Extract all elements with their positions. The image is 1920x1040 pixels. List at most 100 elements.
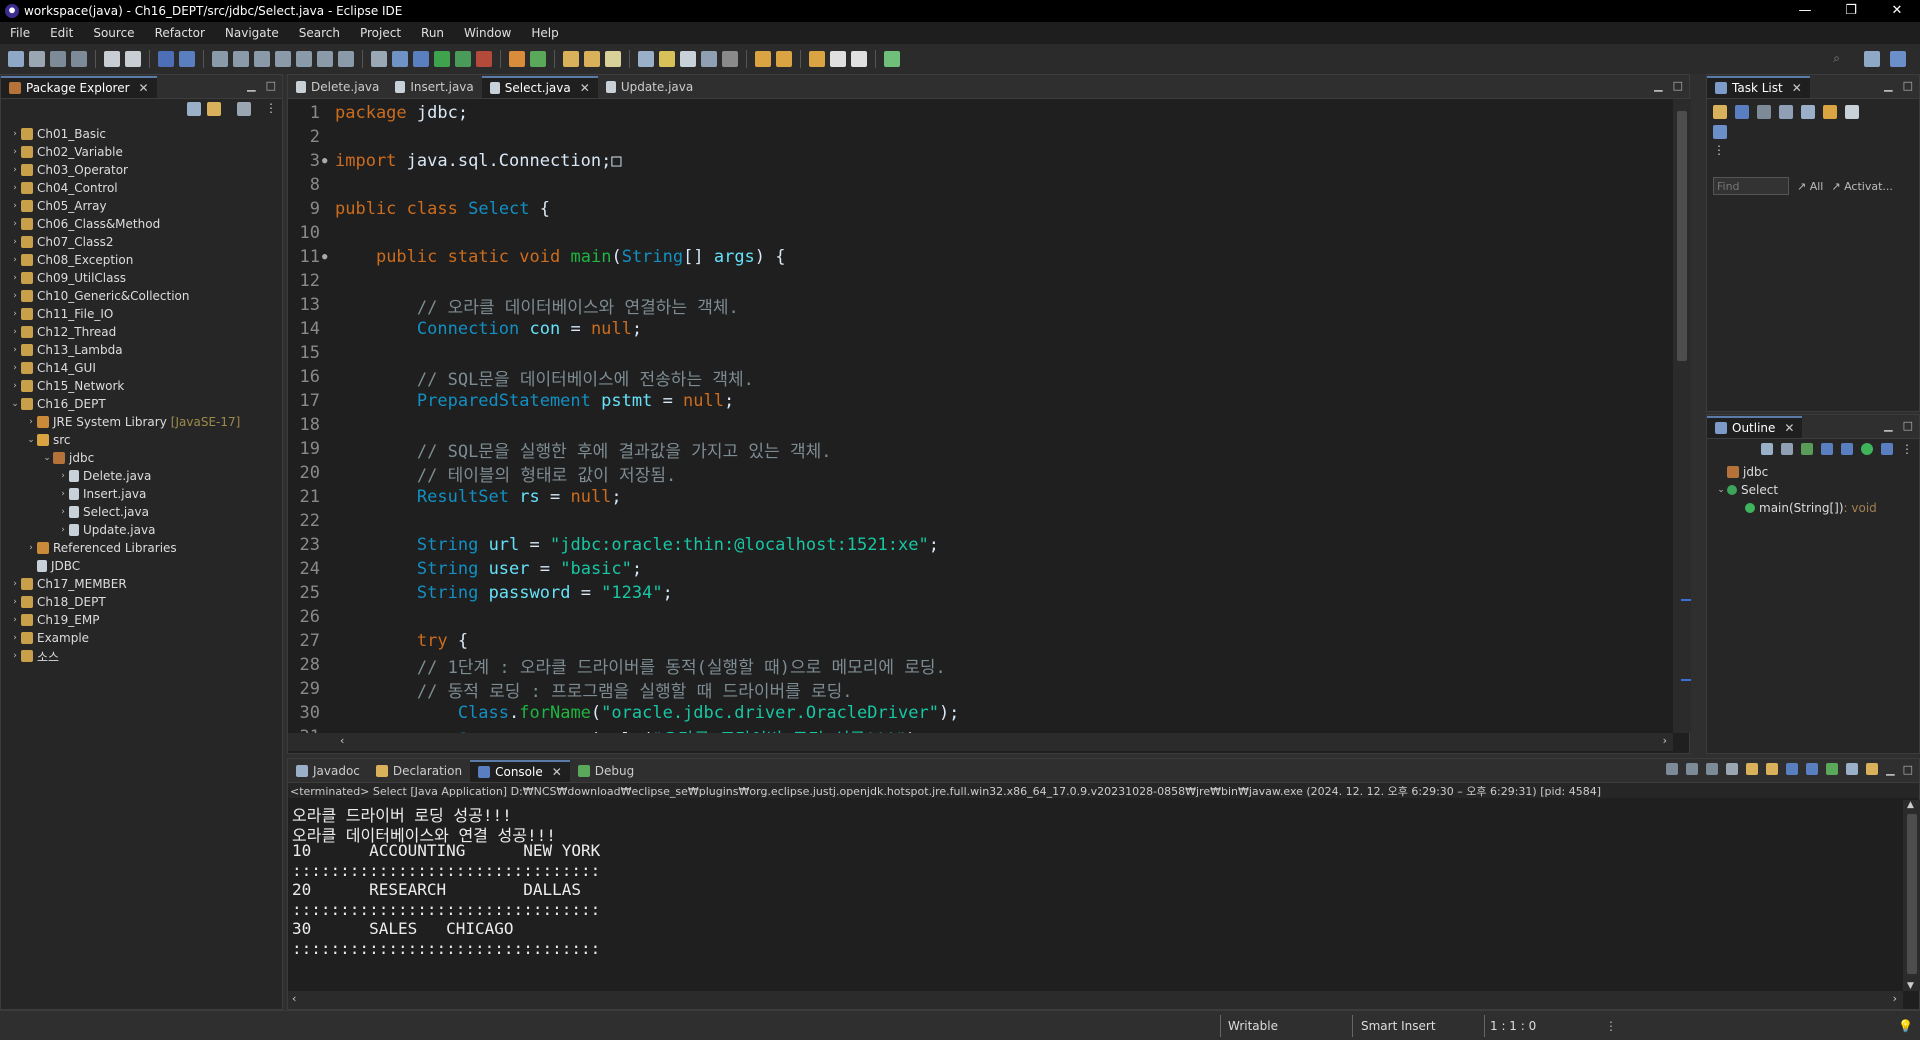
undo-icon[interactable] bbox=[104, 51, 120, 67]
collapsed-icon[interactable]: › bbox=[57, 471, 69, 481]
tab-console[interactable]: Console ✕ bbox=[470, 760, 570, 782]
remove-launch-icon[interactable] bbox=[1686, 763, 1699, 775]
save-all-icon[interactable] bbox=[71, 51, 87, 67]
console-output[interactable]: 오라클 드라이버 로딩 성공!!! 오라클 데이터베이스와 연결 성공!!! 10 … bbox=[288, 800, 1903, 991]
collapsed-icon[interactable]: › bbox=[9, 147, 21, 157]
scroll-lock-icon[interactable] bbox=[1746, 763, 1759, 775]
next-annotation-icon[interactable] bbox=[755, 51, 771, 67]
terminate-icon[interactable] bbox=[1666, 763, 1679, 775]
categorized-icon[interactable] bbox=[1735, 105, 1749, 119]
tree-item[interactable]: › 소스 bbox=[1, 647, 282, 665]
tree-item[interactable]: › Insert.java bbox=[1, 485, 282, 503]
tree-item[interactable]: › Ch17_MEMBER bbox=[1, 575, 282, 593]
collapsed-icon[interactable]: › bbox=[9, 165, 21, 175]
open-type-icon[interactable] bbox=[563, 51, 579, 67]
open-icon[interactable] bbox=[29, 51, 45, 67]
run-icon[interactable] bbox=[434, 51, 450, 67]
tree-item[interactable]: JDBC bbox=[1, 557, 282, 575]
back-icon[interactable] bbox=[830, 51, 846, 67]
search-tool-icon[interactable] bbox=[605, 51, 621, 67]
tree-item[interactable]: › Ch05_Array bbox=[1, 197, 282, 215]
editor-scroll-thumb[interactable] bbox=[1677, 111, 1687, 361]
editor-vertical-scrollbar[interactable] bbox=[1673, 99, 1691, 733]
maximize-view-icon[interactable]: □ bbox=[266, 79, 276, 92]
filter-icon[interactable] bbox=[237, 102, 251, 116]
minimize-view-icon[interactable]: ▁ bbox=[247, 79, 255, 92]
external-tools-icon[interactable] bbox=[476, 51, 492, 67]
restore-icon[interactable]: ❐ bbox=[1828, 0, 1874, 22]
collapsed-icon[interactable]: › bbox=[9, 615, 21, 625]
tree-item[interactable]: › Ch10_Generic&Collection bbox=[1, 287, 282, 305]
display-console-icon[interactable] bbox=[1846, 763, 1859, 775]
outline-item[interactable]: ⌄ Select bbox=[1707, 481, 1919, 499]
tree-item[interactable]: › Ch03_Operator bbox=[1, 161, 282, 179]
collapsed-icon[interactable]: › bbox=[57, 507, 69, 517]
show-stderr-icon[interactable] bbox=[1806, 763, 1819, 775]
collapsed-icon[interactable]: › bbox=[57, 525, 69, 535]
hide-fields-icon[interactable] bbox=[1801, 443, 1813, 455]
close-icon[interactable]: ✕ bbox=[139, 81, 149, 95]
collapsed-icon[interactable]: › bbox=[25, 543, 37, 553]
toggle-breadcrumb-icon[interactable] bbox=[158, 51, 174, 67]
sync-icon[interactable] bbox=[1823, 105, 1837, 119]
collapsed-icon[interactable]: › bbox=[9, 291, 21, 301]
open-console-icon[interactable] bbox=[1866, 763, 1879, 775]
tree-item[interactable]: › Ch12_Thread bbox=[1, 323, 282, 341]
status-menu-icon[interactable]: ⋮ bbox=[1605, 1019, 1617, 1033]
fold-toggle-icon[interactable]: ● bbox=[322, 252, 331, 262]
search-icon[interactable]: ⌕ bbox=[1833, 51, 1840, 66]
tree-item[interactable]: › Delete.java bbox=[1, 467, 282, 485]
hide-static-icon[interactable] bbox=[1821, 443, 1833, 455]
tab-update-java[interactable]: Update.java bbox=[598, 76, 701, 98]
minimize-view-icon[interactable]: ▁ bbox=[1886, 763, 1894, 776]
minimize-view-icon[interactable]: ▁ bbox=[1884, 79, 1892, 92]
collapsed-icon[interactable]: › bbox=[9, 129, 21, 139]
tree-item[interactable]: › Ch11_File_IO bbox=[1, 305, 282, 323]
tab-select-java[interactable]: Select.java ✕ bbox=[481, 76, 598, 98]
close-icon[interactable]: ✕ bbox=[1792, 81, 1802, 95]
console-vertical-scrollbar[interactable]: ▲ ▼ bbox=[1903, 800, 1920, 991]
minimize-editor-icon[interactable]: ▁ bbox=[1654, 79, 1662, 92]
debug-icon[interactable] bbox=[413, 51, 429, 67]
collapsed-icon[interactable]: › bbox=[9, 255, 21, 265]
clear-console-icon[interactable] bbox=[1726, 763, 1739, 775]
tab-debug[interactable]: Debug bbox=[570, 760, 642, 782]
hide-nonpublic-icon[interactable] bbox=[1841, 443, 1853, 455]
filter-icon[interactable] bbox=[1779, 105, 1793, 119]
collapse-all-icon[interactable] bbox=[1845, 105, 1859, 119]
tree-item[interactable]: › Update.java bbox=[1, 521, 282, 539]
menu-source[interactable]: Source bbox=[83, 26, 144, 40]
terminate-icon[interactable] bbox=[254, 51, 270, 67]
tab-insert-java[interactable]: Insert.java bbox=[387, 76, 481, 98]
resume-icon[interactable] bbox=[212, 51, 228, 67]
java-perspective-icon[interactable] bbox=[1890, 51, 1906, 67]
new-task-icon[interactable] bbox=[1713, 105, 1727, 119]
maximize-view-icon[interactable]: □ bbox=[1903, 79, 1913, 92]
tab-delete-java[interactable]: Delete.java bbox=[288, 76, 387, 98]
outline-item[interactable]: main(String[]) : void bbox=[1707, 499, 1919, 517]
view-menu-icon[interactable]: ⋮ bbox=[265, 101, 277, 115]
collapsed-icon[interactable]: › bbox=[9, 597, 21, 607]
save-icon[interactable] bbox=[50, 51, 66, 67]
maximize-view-icon[interactable]: □ bbox=[1903, 419, 1913, 432]
scroll-left-icon[interactable]: ‹ bbox=[292, 992, 296, 1005]
link-with-editor-icon[interactable] bbox=[207, 102, 221, 116]
minimize-view-icon[interactable]: ▁ bbox=[1884, 419, 1892, 432]
link-editor-icon[interactable] bbox=[1881, 443, 1893, 455]
expanded-icon[interactable]: ⌄ bbox=[9, 399, 21, 409]
collapsed-icon[interactable]: › bbox=[9, 219, 21, 229]
paragraph-icon[interactable] bbox=[722, 51, 738, 67]
collapsed-icon[interactable]: › bbox=[9, 633, 21, 643]
collapsed-icon[interactable]: › bbox=[9, 651, 21, 661]
all-link[interactable]: ↗ All bbox=[1797, 180, 1823, 193]
previous-annotation-icon[interactable] bbox=[776, 51, 792, 67]
collapsed-icon[interactable]: › bbox=[25, 417, 37, 427]
expanded-icon[interactable]: ⌄ bbox=[25, 435, 37, 445]
redo-icon[interactable] bbox=[125, 51, 141, 67]
tree-item[interactable]: › Ch13_Lambda bbox=[1, 341, 282, 359]
scroll-down-icon[interactable]: ▼ bbox=[1907, 981, 1914, 991]
outline-item[interactable]: jdbc bbox=[1707, 463, 1919, 481]
collapsed-icon[interactable]: › bbox=[9, 237, 21, 247]
collapsed-icon[interactable]: › bbox=[9, 201, 21, 211]
tree-item[interactable]: › Ch08_Exception bbox=[1, 251, 282, 269]
